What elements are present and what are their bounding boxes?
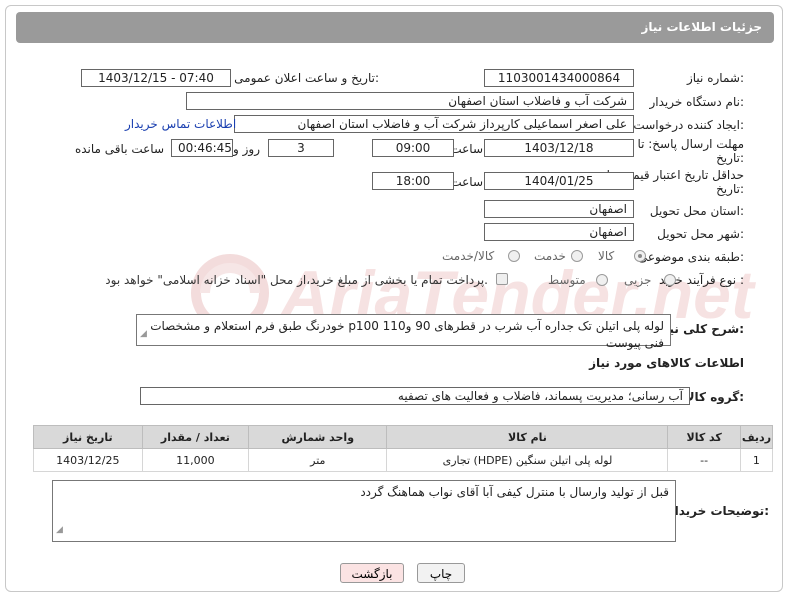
treasury-payment-note: پرداخت تمام یا بخشی از مبلغ خرید،از محل … bbox=[105, 273, 488, 287]
cell-need-date: 1403/12/25 bbox=[33, 448, 143, 472]
category-label: طبقه بندی موضوعی: bbox=[637, 250, 744, 264]
goods-group-field: آب رسانی؛ مدیریت پسماند، فاضلاب و فعالیت… bbox=[140, 387, 690, 405]
print-button[interactable]: چاپ bbox=[417, 563, 465, 583]
back-button[interactable]: بازگشت bbox=[340, 563, 404, 583]
col-goods-name: نام کالا bbox=[386, 425, 669, 449]
creator-label: ایجاد کننده درخواست: bbox=[633, 118, 744, 132]
reply-days-field: 3 bbox=[268, 139, 334, 157]
cell-goods-code: -- bbox=[667, 448, 741, 472]
city-field: اصفهان bbox=[484, 223, 634, 241]
category-option-goods-service: کالا/خدمت bbox=[442, 249, 495, 263]
day-label: روز و bbox=[233, 142, 260, 156]
need-number-label: شماره نیاز: bbox=[686, 71, 744, 85]
buyer-notes-text: قبل از تولید وارسال با منترل کیفی آبا آق… bbox=[360, 485, 669, 499]
announce-label: تاریخ و ساعت اعلان عمومی: bbox=[234, 71, 379, 85]
category-option-service: خدمت bbox=[534, 249, 566, 263]
category-radio-goods-service[interactable] bbox=[508, 250, 520, 262]
description-field: لوله پلی اتیلن تک جداره آب شرب در قطرهای… bbox=[136, 314, 671, 350]
announce-field: 1403/12/15 - 07:40 bbox=[81, 69, 231, 87]
notes-resize-grip-icon[interactable]: ◢ bbox=[56, 522, 63, 539]
treasury-payment-checkbox[interactable] bbox=[496, 273, 508, 285]
remaining-label: ساعت باقی مانده bbox=[74, 142, 164, 156]
col-need-date: تاریخ نیاز bbox=[33, 425, 143, 449]
cell-row-number: 1 bbox=[739, 448, 774, 472]
process-radio-minor[interactable] bbox=[664, 274, 676, 286]
panel-title-bar: جزئیات اطلاعات نیاز bbox=[16, 12, 774, 43]
province-field: اصفهان bbox=[484, 200, 634, 218]
need-number-field: 1103001434000864 bbox=[484, 69, 634, 87]
cell-goods-name: لوله پلی اتیلن سنگین (HDPE) تجاری bbox=[386, 448, 669, 472]
reply-deadline-label: مهلت ارسال پاسخ: تا bbox=[637, 137, 744, 151]
validity-time-label: ساعت bbox=[450, 175, 483, 189]
buyer-notes-field: قبل از تولید وارسال با منترل کیفی آبا آق… bbox=[52, 480, 676, 542]
buyer-notes-label: توضیحات خریدار: bbox=[667, 504, 769, 518]
table-row: 1 -- لوله پلی اتیلن سنگین (HDPE) تجاری م… bbox=[33, 448, 774, 472]
page-title: جزئیات اطلاعات نیاز bbox=[641, 20, 762, 34]
col-unit: واحد شمارش bbox=[248, 425, 388, 449]
validity-time-field: 18:00 bbox=[372, 172, 454, 190]
process-option-minor: جزیی bbox=[624, 273, 652, 287]
category-radio-goods[interactable] bbox=[634, 250, 646, 262]
goods-table-header: ردیف کد کالا نام کالا واحد شمارش تعداد /… bbox=[33, 425, 774, 449]
resize-grip-icon[interactable]: ◢ bbox=[140, 326, 147, 343]
cell-quantity: 11,000 bbox=[141, 448, 250, 472]
reply-time-label: ساعت bbox=[450, 142, 483, 156]
remaining-time-field: 00:46:45 bbox=[171, 139, 233, 157]
category-radio-service[interactable] bbox=[571, 250, 583, 262]
city-label: شهر محل تحویل: bbox=[657, 227, 744, 241]
description-text: لوله پلی اتیلن تک جداره آب شرب در قطرهای… bbox=[150, 319, 664, 350]
buyer-label: نام دستگاه خریدار: bbox=[649, 95, 745, 109]
category-option-goods: کالا bbox=[598, 249, 615, 263]
reply-date-field: 1403/12/18 bbox=[484, 139, 634, 157]
buyer-contact-link[interactable]: اطلاعات تماس خریدار bbox=[125, 117, 236, 131]
buyer-field: شرکت آب و فاضلاب استان اصفهان bbox=[186, 92, 634, 110]
goods-table: ردیف کد کالا نام کالا واحد شمارش تعداد /… bbox=[33, 425, 774, 472]
cell-unit: متر bbox=[248, 448, 388, 472]
process-option-medium: متوسط bbox=[548, 273, 586, 287]
validity-date-field: 1404/01/25 bbox=[484, 172, 634, 190]
col-quantity: تعداد / مقدار bbox=[141, 425, 250, 449]
goods-info-heading: اطلاعات کالاهای مورد نیاز bbox=[589, 356, 744, 370]
process-radio-medium[interactable] bbox=[596, 274, 608, 286]
reply-time-field: 09:00 bbox=[372, 139, 454, 157]
reply-deadline-date-label: تاریخ: bbox=[716, 151, 744, 165]
province-label: استان محل تحویل: bbox=[649, 204, 744, 218]
creator-field: علی اصغر اسماعیلی کارپرداز شرکت آب و فاض… bbox=[234, 115, 634, 133]
col-goods-code: کد کالا bbox=[667, 425, 741, 449]
col-row-number: ردیف bbox=[739, 425, 774, 449]
validity-date-label: تاریخ: bbox=[716, 182, 744, 196]
goods-group-label: گروه کالا: bbox=[685, 390, 744, 404]
